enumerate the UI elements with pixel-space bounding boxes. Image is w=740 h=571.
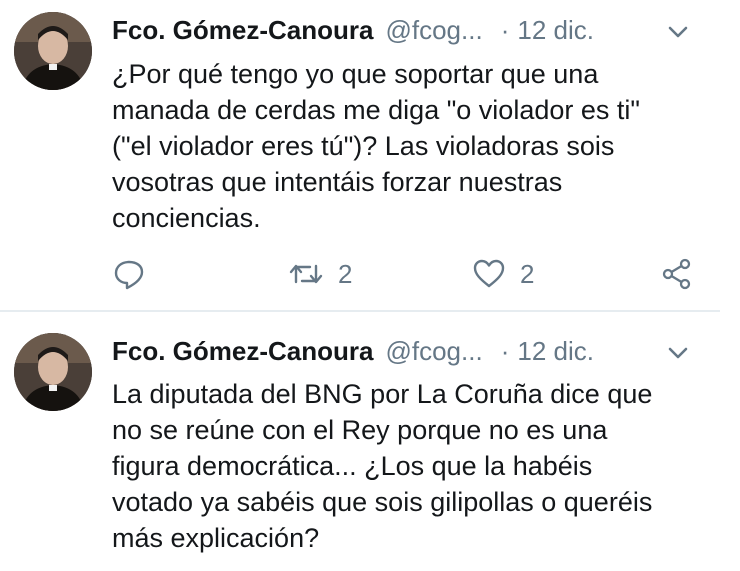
author-name[interactable]: Fco. Gómez-Canoura (112, 15, 373, 46)
chevron-down-icon[interactable] (664, 339, 692, 367)
like-button[interactable]: 2 (472, 256, 534, 292)
heart-icon (473, 259, 505, 288)
separator-dot: · (500, 14, 510, 45)
tweet-actions: 2 2 (112, 256, 697, 292)
share-icon (662, 258, 691, 290)
chevron-down-icon[interactable] (664, 18, 692, 46)
share-button[interactable] (660, 256, 694, 292)
retweet-count: 2 (338, 258, 353, 289)
tweet-header: Fco. Gómez-Canoura @fcog... · 12 dic. (112, 12, 720, 48)
tweet-text: ¿Por qué tengo yo que soportar que una m… (112, 59, 640, 233)
separator-dot: · (500, 335, 510, 366)
tweet-header: Fco. Gómez-Canoura @fcog... · 12 dic. (112, 333, 720, 369)
avatar[interactable] (14, 12, 92, 90)
author-name[interactable]: Fco. Gómez-Canoura (112, 336, 373, 367)
reply-button[interactable] (112, 256, 146, 292)
retweet-button[interactable]: 2 (288, 256, 352, 292)
author-handle[interactable]: @fcog... (385, 15, 482, 46)
tweet-text: La diputada del BNG por La Coruña dice q… (112, 379, 653, 553)
tweet-date[interactable]: 12 dic. (517, 336, 594, 367)
retweet-icon (289, 264, 323, 284)
reply-icon (114, 260, 144, 290)
avatar[interactable] (14, 333, 92, 411)
tweet-date[interactable]: 12 dic. (517, 15, 594, 46)
author-handle[interactable]: @fcog... (385, 336, 482, 367)
tweet[interactable]: Fco. Gómez-Canoura @fcog... · 12 dic. La… (0, 312, 720, 571)
tweet[interactable]: Fco. Gómez-Canoura @fcog... · 12 dic. ¿P… (0, 0, 720, 312)
like-count: 2 (520, 258, 535, 289)
